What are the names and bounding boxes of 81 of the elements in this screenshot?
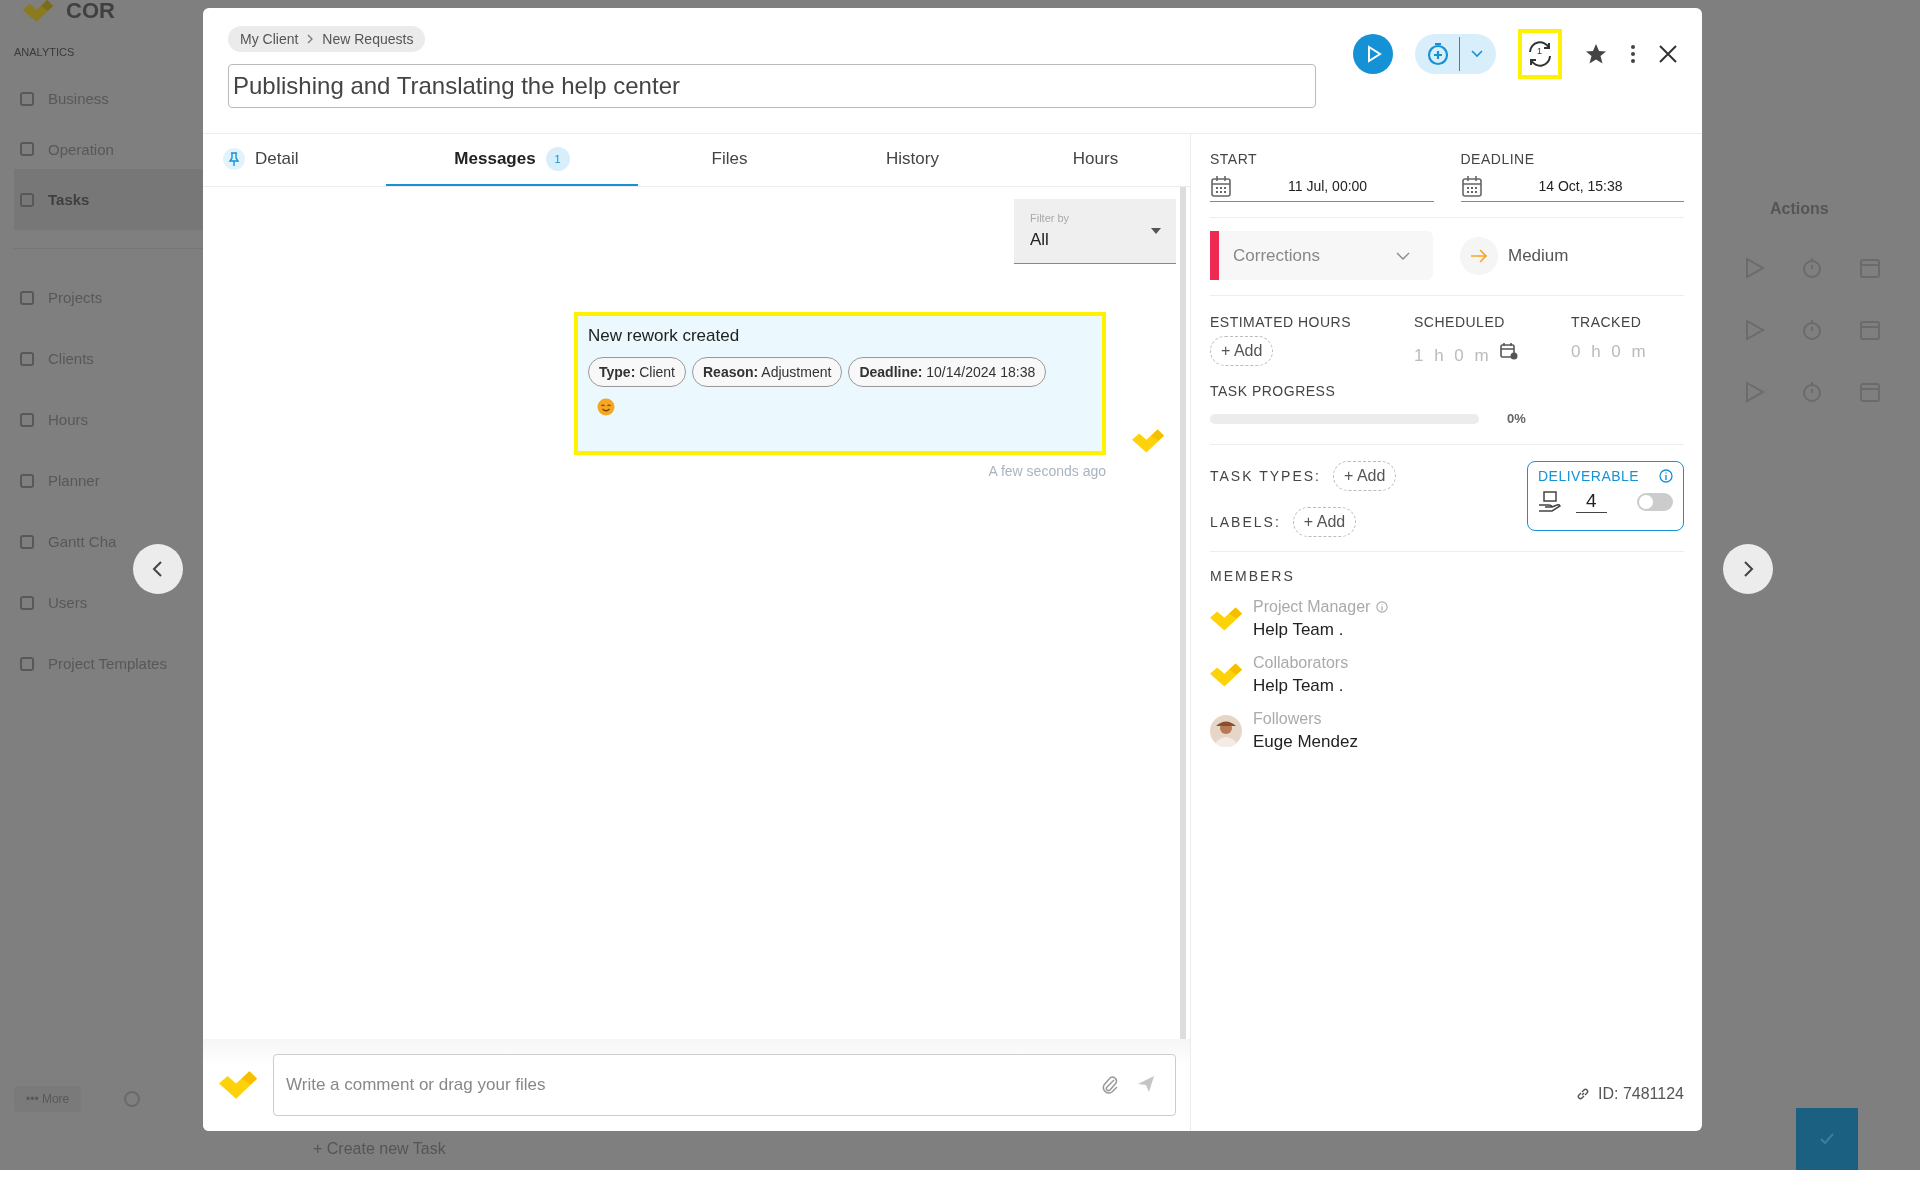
square-icon [20, 595, 34, 610]
send-icon[interactable] [1136, 1074, 1156, 1094]
quantity-field[interactable]: 4 [1576, 490, 1607, 513]
progress-value: 0% [1507, 411, 1526, 426]
field-label: TASK TYPES: [1210, 468, 1321, 484]
link-icon [1576, 1087, 1590, 1101]
tag-chip: Reason: Adjustment [692, 357, 843, 387]
message-time: A few seconds ago [988, 463, 1106, 479]
tag-chip: Type: Client [588, 357, 686, 387]
tab[interactable]: Messages 1 [386, 134, 638, 186]
member-name: Help Team . [1253, 676, 1345, 696]
field-label: TASK PROGRESS [1210, 383, 1337, 399]
caret-icon [1150, 227, 1162, 235]
calendar-icon [1210, 175, 1232, 197]
square-icon [20, 656, 34, 671]
calendar-clock-icon [1499, 342, 1518, 360]
arrow-right-icon [1470, 247, 1488, 264]
member-role: Collaborators [1253, 654, 1349, 672]
timer-button[interactable] [1415, 34, 1496, 74]
field-label: ESTIMATED HOURS [1210, 314, 1353, 330]
field-label: START [1210, 151, 1259, 167]
logo-avatar-icon [1210, 607, 1242, 631]
play-button[interactable] [1353, 34, 1393, 74]
message-title: New rework created [588, 326, 741, 346]
tab[interactable]: History [821, 134, 1004, 186]
logo-avatar-icon [219, 1071, 257, 1099]
field-label: TRACKED [1571, 314, 1643, 330]
member-name: Help Team . [1253, 620, 1345, 640]
filter-dropdown[interactable]: Filter by All [1014, 199, 1176, 264]
sync-button[interactable]: 1 [1518, 29, 1562, 79]
field-label: SCHEDULED [1414, 314, 1506, 330]
hand-box-icon [1538, 490, 1562, 513]
tab[interactable]: Files [638, 134, 821, 186]
attach-icon[interactable] [1100, 1074, 1120, 1096]
more-icon[interactable] [1630, 44, 1636, 64]
tag-chip: Deadline: 10/14/2024 18:38 [848, 357, 1047, 387]
star-icon[interactable] [1584, 42, 1608, 66]
logo-avatar-icon [1210, 663, 1242, 687]
square-icon [20, 91, 34, 106]
timer-icon [1427, 42, 1449, 66]
task-id: ID: 7481124 [1598, 1085, 1684, 1103]
date-field[interactable]: 11 Jul, 00:00 [1210, 175, 1434, 202]
square-icon [20, 142, 34, 156]
hours-value: 0 h 0 m [1571, 341, 1649, 362]
comment-field[interactable]: Write a comment or drag your files [273, 1054, 1176, 1116]
calendar-icon [1460, 175, 1483, 197]
square-icon [20, 290, 34, 305]
toggle-switch[interactable] [1637, 492, 1673, 511]
square-icon [20, 412, 34, 427]
square-icon [20, 534, 34, 549]
square-icon [20, 351, 34, 366]
confirm-button[interactable] [1796, 1108, 1858, 1170]
breadcrumb-link[interactable]: My Client [240, 31, 299, 47]
tab[interactable]: Detail [223, 134, 386, 186]
breadcrumb-link[interactable]: New Requests [322, 31, 414, 47]
square-icon [20, 473, 34, 488]
priority-selector[interactable]: Medium [1460, 236, 1569, 275]
hours-value: 1 h 0 m [1414, 345, 1492, 366]
avatar [1210, 715, 1242, 747]
info-icon[interactable] [1659, 469, 1673, 483]
field-label: LABELS: [1210, 514, 1281, 530]
filter-label: Filter by [1030, 212, 1070, 224]
tab[interactable]: Hours [1004, 134, 1187, 186]
logo-avatar-icon [1132, 429, 1164, 453]
field-label: DEADLINE [1460, 151, 1536, 167]
title-field[interactable]: Publishing and Translating the help center [228, 64, 1316, 108]
count-label: 1 [1537, 46, 1542, 56]
filter-value: All [1030, 230, 1050, 250]
member-role: Followers [1253, 710, 1322, 728]
section-label: MEMBERS [1210, 568, 1296, 584]
member-role: Project Manager [1253, 598, 1371, 616]
count-badge: 1 [545, 147, 570, 171]
logo-text: COR [66, 0, 115, 22]
pin-icon [223, 148, 245, 170]
member-name: Euge Mendez [1253, 732, 1358, 752]
deliverable-label: DELIVERABLE [1538, 468, 1640, 484]
square-icon [20, 192, 34, 207]
close-icon[interactable] [1658, 44, 1678, 64]
smiley-icon [597, 398, 615, 416]
date-field[interactable]: 14 Oct, 15:38 [1460, 175, 1684, 202]
section-label: ANALYTICS [14, 46, 76, 58]
